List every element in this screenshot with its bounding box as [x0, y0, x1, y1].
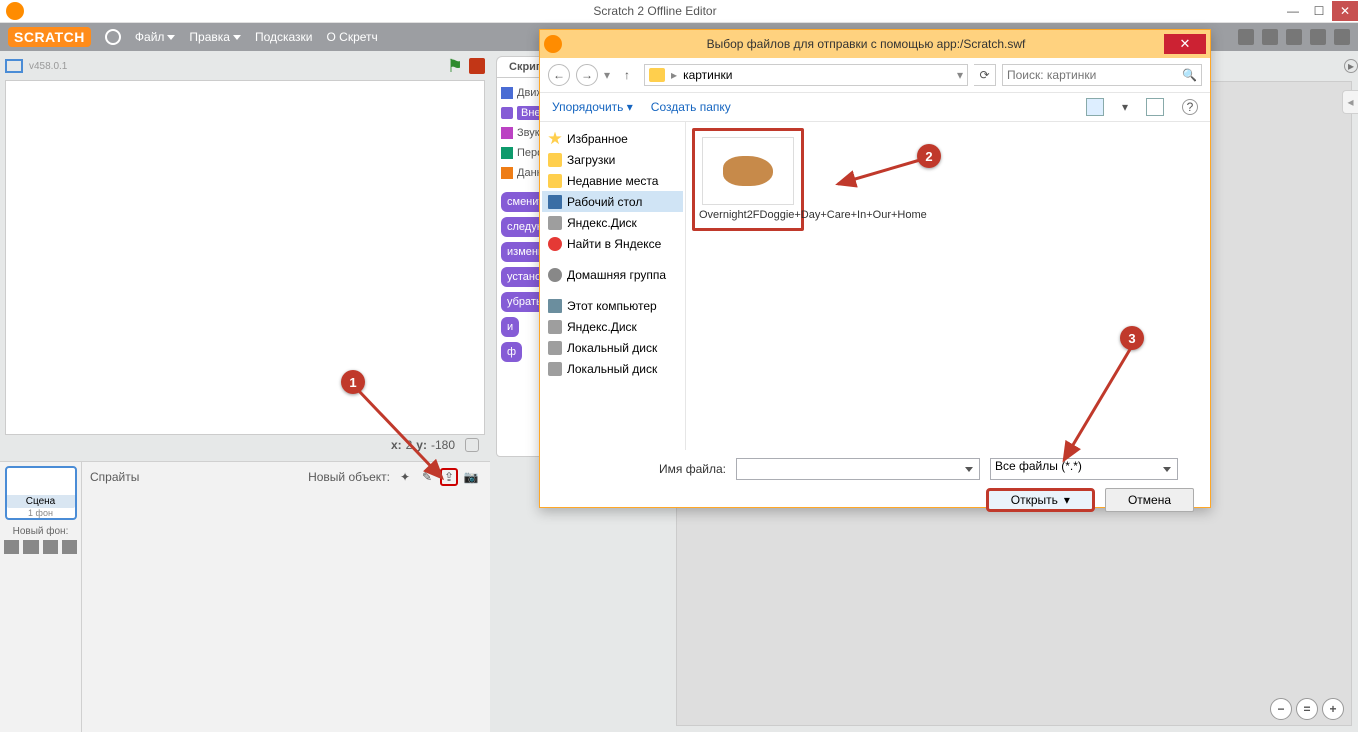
scratch-logo: SCRATCH — [8, 27, 91, 47]
version-label: v458.0.1 — [29, 61, 67, 72]
preview-pane-icon[interactable] — [1146, 98, 1164, 116]
filename-label: Имя файла: — [552, 462, 726, 476]
dialog-icon — [544, 35, 562, 53]
toolbar-icon[interactable] — [1286, 29, 1302, 45]
collapse-icon[interactable]: ▸ — [1344, 59, 1358, 73]
stage-thumbnail[interactable]: Сцена 1 фон — [5, 466, 77, 520]
library-icon[interactable] — [4, 540, 19, 554]
file-open-dialog: Выбор файлов для отправки с помощью app:… — [539, 29, 1211, 508]
nav-history-icon[interactable]: ▾ — [604, 68, 610, 82]
breadcrumb[interactable]: ▸ картинки ▾ — [644, 64, 968, 86]
search-icon: 🔍 — [1182, 68, 1197, 82]
search-input[interactable]: 🔍 — [1002, 64, 1202, 86]
annotation-2: 2 — [917, 144, 941, 168]
menu-tips[interactable]: Подсказки — [255, 30, 313, 44]
zoom-out-icon[interactable]: − — [1270, 698, 1292, 720]
sprite-camera-icon[interactable]: 📷 — [462, 468, 480, 486]
nav-up-icon[interactable]: ↑ — [616, 64, 638, 86]
dialog-title: Выбор файлов для отправки с помощью app:… — [568, 37, 1164, 51]
new-folder-button[interactable]: Создать папку — [651, 100, 731, 114]
sprite-library-icon[interactable]: ✦ — [396, 468, 414, 486]
block[interactable]: и — [501, 317, 519, 337]
stage-canvas[interactable] — [5, 80, 485, 435]
annotation-3: 3 — [1120, 326, 1144, 350]
cancel-button[interactable]: Отмена — [1105, 488, 1194, 512]
green-flag-icon[interactable]: ⚑ — [447, 56, 463, 77]
open-button[interactable]: Открыть ▾ — [986, 488, 1095, 512]
maximize-button[interactable]: ☐ — [1306, 1, 1332, 21]
zoom-reset-icon[interactable]: = — [1296, 698, 1318, 720]
new-sprite-label: Новый объект: — [308, 470, 390, 484]
cat-sound[interactable]: Звук — [517, 127, 540, 139]
stop-icon[interactable] — [469, 58, 485, 74]
sprite-upload-icon[interactable]: ⇪ — [440, 468, 458, 486]
window-titlebar: Scratch 2 Offline Editor — ☐ ✕ — [0, 0, 1358, 23]
minimize-button[interactable]: — — [1280, 1, 1306, 21]
menu-edit[interactable]: Правка — [189, 30, 241, 44]
right-handle[interactable]: ◂ — [1342, 90, 1358, 114]
fullscreen-icon[interactable] — [5, 59, 23, 73]
toolbar-icon[interactable] — [1310, 29, 1326, 45]
annotation-1: 1 — [341, 370, 365, 394]
stage-coords: x:2 y:-180 — [5, 435, 485, 455]
thumbnail-image — [723, 156, 773, 186]
menu-file[interactable]: Файл — [135, 30, 176, 44]
filetype-select[interactable]: Все файлы (*.*) — [990, 458, 1178, 480]
paint-icon[interactable] — [23, 540, 38, 554]
view-mode-icon[interactable] — [1086, 98, 1104, 116]
file-list[interactable]: Overnight2FDoggie+Day+Care+In+Our+Home — [686, 122, 1210, 450]
sprites-title: Спрайты — [90, 470, 308, 484]
language-icon[interactable] — [105, 29, 121, 45]
dialog-close-button[interactable]: ✕ — [1164, 34, 1206, 54]
close-button[interactable]: ✕ — [1332, 1, 1358, 21]
stage-area: v458.0.1 ⚑ x:2 y:-180 — [0, 51, 490, 461]
new-backdrop-label: Новый фон: — [4, 526, 77, 537]
expand-icon[interactable] — [465, 438, 479, 452]
nav-back-icon[interactable]: ← — [548, 64, 570, 86]
upload-icon[interactable] — [43, 540, 58, 554]
camera-icon[interactable] — [62, 540, 77, 554]
folder-icon — [649, 68, 665, 82]
app-icon — [6, 2, 24, 20]
window-title: Scratch 2 Offline Editor — [30, 4, 1280, 18]
file-item[interactable]: Overnight2FDoggie+Day+Care+In+Our+Home — [692, 128, 804, 231]
refresh-icon[interactable]: ⟳ — [974, 64, 996, 86]
block[interactable]: ф — [501, 342, 522, 362]
toolbar-icon[interactable] — [1334, 29, 1350, 45]
help-icon[interactable]: ? — [1182, 99, 1198, 115]
filename-input[interactable] — [736, 458, 980, 480]
menu-about[interactable]: О Скретч — [327, 30, 378, 44]
file-name-label: Overnight2FDoggie+Day+Care+In+Our+Home — [695, 209, 801, 222]
folder-tree[interactable]: Избранное Загрузки Недавние места Рабочи… — [540, 122, 686, 450]
nav-forward-icon[interactable]: → — [576, 64, 598, 86]
toolbar-icon[interactable] — [1238, 29, 1254, 45]
zoom-in-icon[interactable]: + — [1322, 698, 1344, 720]
organize-menu[interactable]: Упорядочить ▾ — [552, 100, 633, 114]
toolbar-icon[interactable] — [1262, 29, 1278, 45]
sprite-paint-icon[interactable]: ✎ — [418, 468, 436, 486]
